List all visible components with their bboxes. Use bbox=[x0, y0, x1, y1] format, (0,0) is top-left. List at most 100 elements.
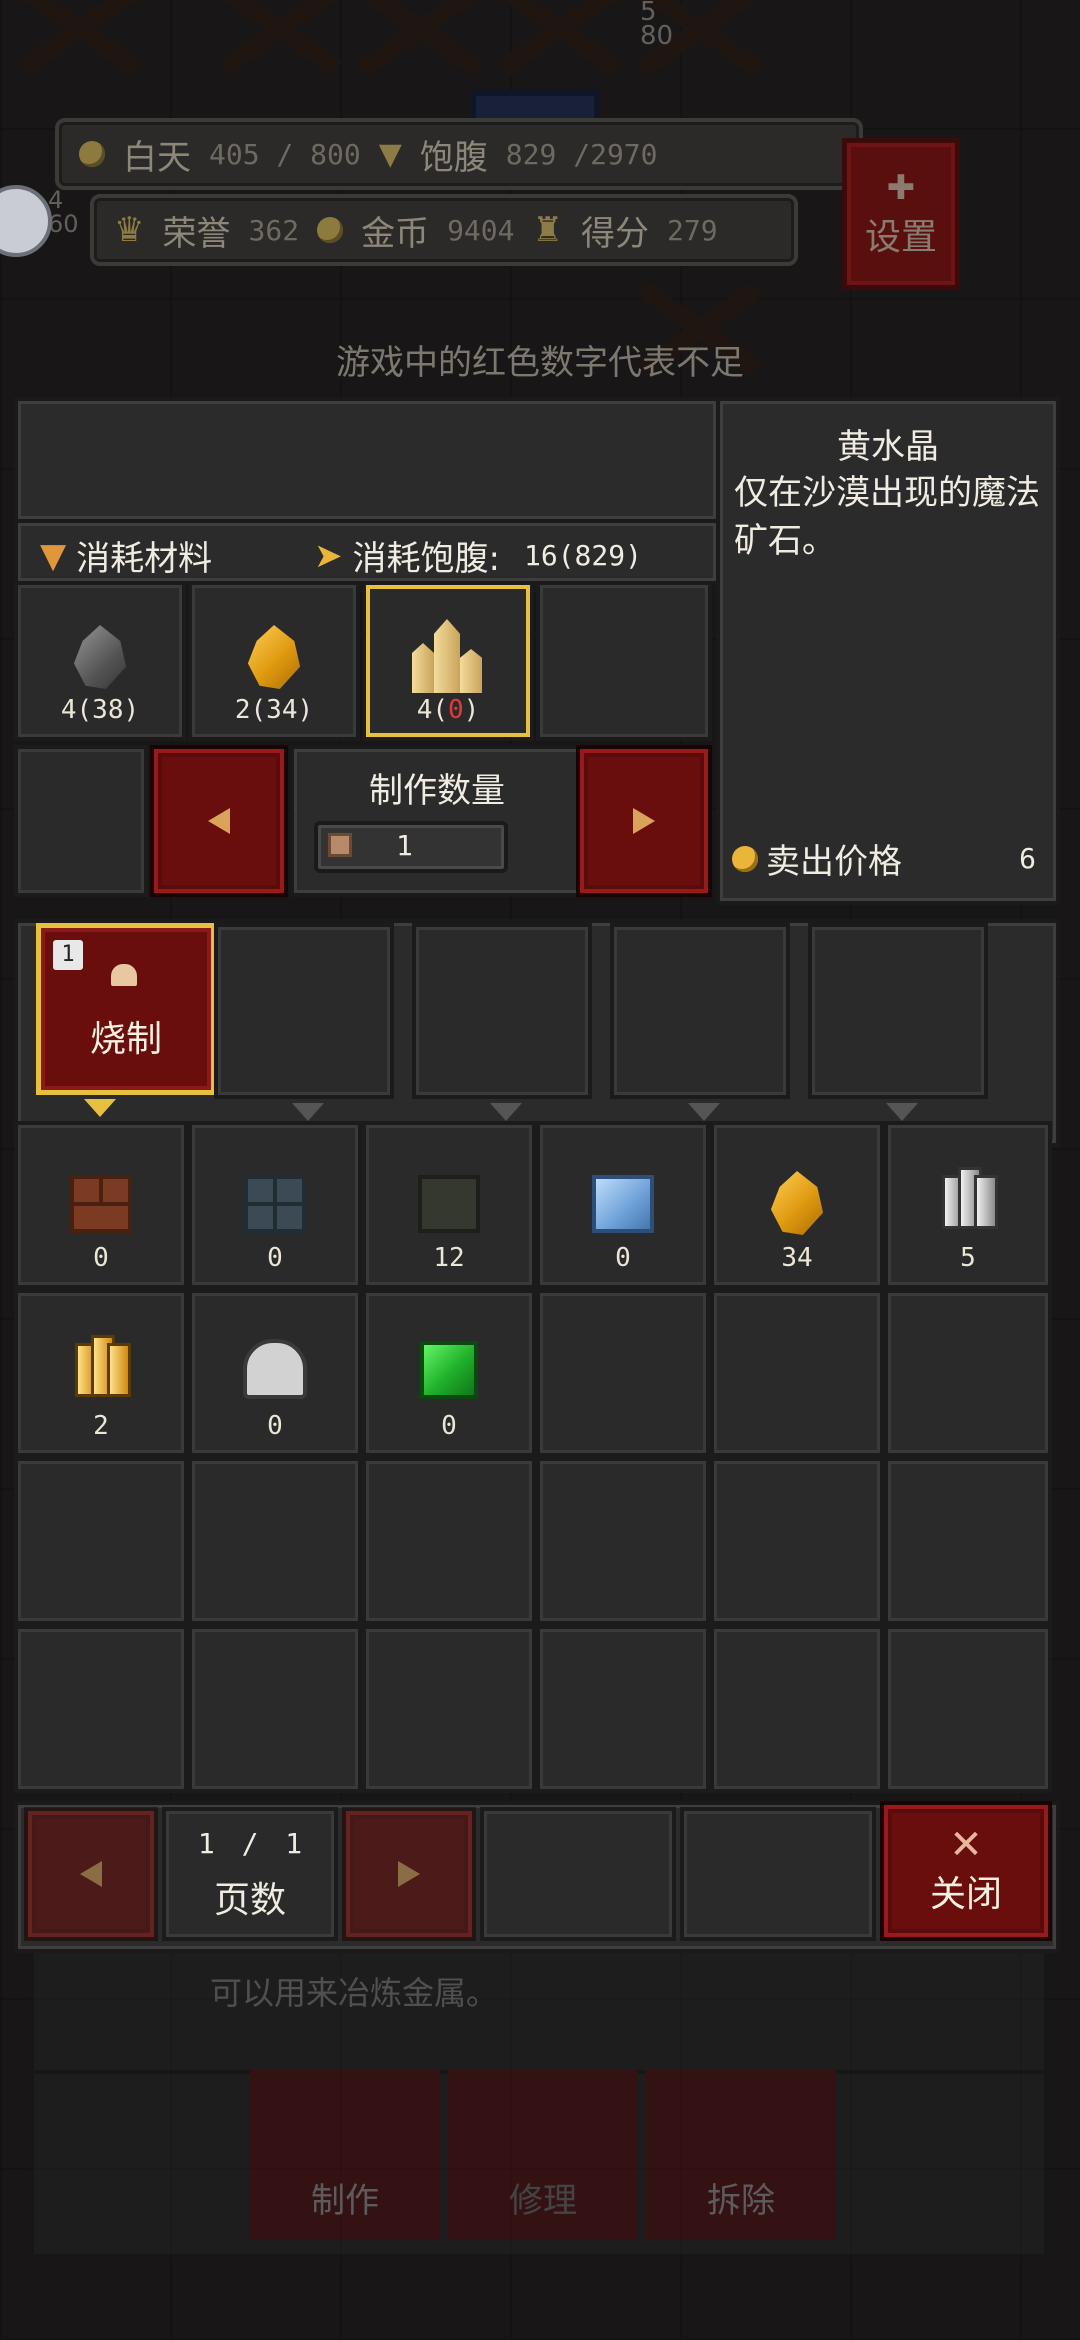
gold-value: 9404 bbox=[447, 213, 515, 247]
tab-empty[interactable] bbox=[214, 923, 394, 1099]
inventory-slot-empty bbox=[710, 1457, 884, 1625]
inventory-slot-empty bbox=[710, 1625, 884, 1793]
bg-repair-button: 修理 bbox=[448, 2070, 638, 2240]
quantity-increase-button[interactable] bbox=[576, 745, 712, 897]
inventory-slot-empty bbox=[884, 1625, 1052, 1793]
day-label: 白天 bbox=[123, 137, 191, 178]
page-next-button[interactable] bbox=[342, 1807, 476, 1941]
gold-ingot-icon bbox=[69, 1335, 133, 1401]
quantity-box: 制作数量 1 bbox=[290, 745, 584, 897]
coin-icon bbox=[317, 217, 344, 243]
inventory-slot[interactable]: 0 bbox=[188, 1121, 362, 1289]
day-value: 405 / 800 bbox=[209, 137, 361, 171]
citrine-crystal-icon bbox=[408, 613, 488, 693]
quantity-label: 制作数量 bbox=[369, 771, 505, 811]
settings-button[interactable]: ✚ 设置 bbox=[842, 138, 960, 290]
emerald-block-icon bbox=[420, 1341, 478, 1399]
shortage-value: 0 bbox=[448, 695, 464, 725]
item-name: 黄水晶 bbox=[837, 427, 939, 467]
tab-empty[interactable] bbox=[610, 923, 790, 1099]
tab-indicator bbox=[292, 1103, 324, 1121]
bg-panel-text: 可以用来冶炼金属。 bbox=[210, 1974, 499, 2012]
inventory-slot[interactable]: 2 bbox=[14, 1289, 188, 1457]
crafting-modal: 黄水晶 仅在沙漠出现的魔法矿石。 卖出价格 6 ▼ 消耗材料 ➤ 消耗饱腹: 1… bbox=[14, 397, 1066, 1953]
hud-row-day-hunger: 白天 405 / 800 ▼ 饱腹 829 /2970 bbox=[55, 118, 863, 190]
inventory-slot[interactable]: 0 bbox=[14, 1121, 188, 1289]
empty-slot bbox=[14, 745, 148, 897]
honor-label: 荣誉 bbox=[162, 213, 231, 254]
arrow-left-icon bbox=[208, 808, 230, 834]
tab-indicator-active bbox=[84, 1099, 116, 1117]
shortage-hint: 游戏中的红色数字代表不足 bbox=[336, 343, 744, 383]
material-slot-selected[interactable]: 4(0) bbox=[362, 581, 534, 741]
inventory-slot-empty bbox=[362, 1625, 536, 1793]
hunger-value: 829 /2970 bbox=[505, 137, 658, 171]
kiln-icon bbox=[111, 964, 137, 986]
gold-label: 金币 bbox=[361, 213, 430, 254]
glass-icon bbox=[592, 1175, 654, 1233]
coin-icon bbox=[732, 845, 758, 872]
inventory-slot-empty bbox=[188, 1457, 362, 1625]
hud-row-honor-gold-score: ♛ 荣誉 362 金币 9404 ♜ 得分 279 bbox=[90, 194, 798, 266]
materials-label: 消耗材料 bbox=[76, 539, 213, 579]
stone-ore-icon bbox=[73, 625, 127, 689]
tab-indicator bbox=[886, 1103, 918, 1121]
hunger-label: 饱腹 bbox=[419, 137, 488, 178]
brick-icon bbox=[70, 1175, 132, 1233]
drumstick-icon: ➤ bbox=[314, 535, 343, 576]
item-description: 仅在沙漠出现的魔法矿石。 bbox=[734, 473, 1040, 561]
material-icon bbox=[328, 833, 352, 857]
cost-row: ▼ 消耗材料 ➤ 消耗饱腹: 16(829) bbox=[14, 519, 720, 585]
inventory-slot[interactable]: 12 bbox=[362, 1121, 536, 1289]
inventory-slot-empty bbox=[884, 1289, 1052, 1457]
inventory-slot-empty bbox=[536, 1457, 710, 1625]
close-button[interactable]: ✕ 关闭 bbox=[880, 1801, 1052, 1941]
pager-empty-slot bbox=[480, 1807, 676, 1941]
tab-firing[interactable]: 1 烧制 bbox=[36, 923, 216, 1095]
score-label: 得分 bbox=[580, 213, 649, 254]
gold-gem-icon bbox=[770, 1171, 824, 1235]
page-total: 1 bbox=[285, 1827, 303, 1860]
item-detail-box: 黄水晶 仅在沙漠出现的魔法矿石。 卖出价格 6 bbox=[716, 397, 1060, 905]
inventory-slot-empty bbox=[14, 1457, 188, 1625]
iron-ingot-icon bbox=[936, 1167, 1000, 1233]
close-icon: ✕ bbox=[949, 1822, 983, 1868]
gold-gem-icon bbox=[247, 625, 301, 689]
arrow-left-icon bbox=[80, 1861, 102, 1887]
inventory-slot[interactable]: 0 bbox=[188, 1289, 362, 1457]
dark-slab-icon bbox=[418, 1175, 480, 1233]
bg-make-button: 制作 bbox=[250, 2070, 440, 2240]
stone-slab-icon bbox=[244, 1175, 306, 1233]
page-prev-button[interactable] bbox=[24, 1807, 158, 1941]
hunger-cost-label: 消耗饱腹: bbox=[352, 539, 500, 579]
tab-badge: 1 bbox=[53, 940, 83, 970]
material-slot[interactable]: 2(34) bbox=[188, 581, 360, 741]
tab-indicator bbox=[490, 1103, 522, 1121]
quantity-stepper[interactable]: 1 bbox=[314, 821, 508, 873]
inventory-slot[interactable]: 0 bbox=[362, 1289, 536, 1457]
sun-icon bbox=[79, 141, 105, 167]
pager-empty-slot bbox=[680, 1807, 876, 1941]
material-slot[interactable]: 4(38) bbox=[14, 581, 186, 741]
crown-icon: ♛ bbox=[114, 210, 145, 250]
inventory-slot[interactable]: 5 bbox=[884, 1121, 1052, 1289]
tab-empty[interactable] bbox=[412, 923, 592, 1099]
inventory-slot[interactable]: 34 bbox=[710, 1121, 884, 1289]
tab-empty[interactable] bbox=[808, 923, 988, 1099]
inventory-slot-empty bbox=[188, 1625, 362, 1793]
drumstick-icon: ▼ bbox=[378, 136, 402, 172]
inventory-slot[interactable]: 0 bbox=[536, 1121, 710, 1289]
silver-ore-icon bbox=[243, 1339, 307, 1399]
page-separator: / bbox=[241, 1827, 259, 1860]
inventory-slot-empty bbox=[14, 1625, 188, 1793]
inventory-slot-empty bbox=[536, 1289, 710, 1457]
recipe-preview-box bbox=[14, 397, 720, 523]
sell-price-row: 卖出价格 6 bbox=[732, 834, 1036, 883]
honor-value: 362 bbox=[248, 213, 300, 247]
inventory-grid: 0 0 12 0 34 5 2 0 0 bbox=[14, 1121, 1052, 1801]
page-current: 1 bbox=[197, 1827, 215, 1860]
quantity-decrease-button[interactable] bbox=[150, 745, 288, 897]
bg-dismantle-button: 拆除 bbox=[646, 2070, 836, 2240]
inventory-slot-empty bbox=[362, 1457, 536, 1625]
close-label: 关闭 bbox=[929, 1874, 1002, 1915]
